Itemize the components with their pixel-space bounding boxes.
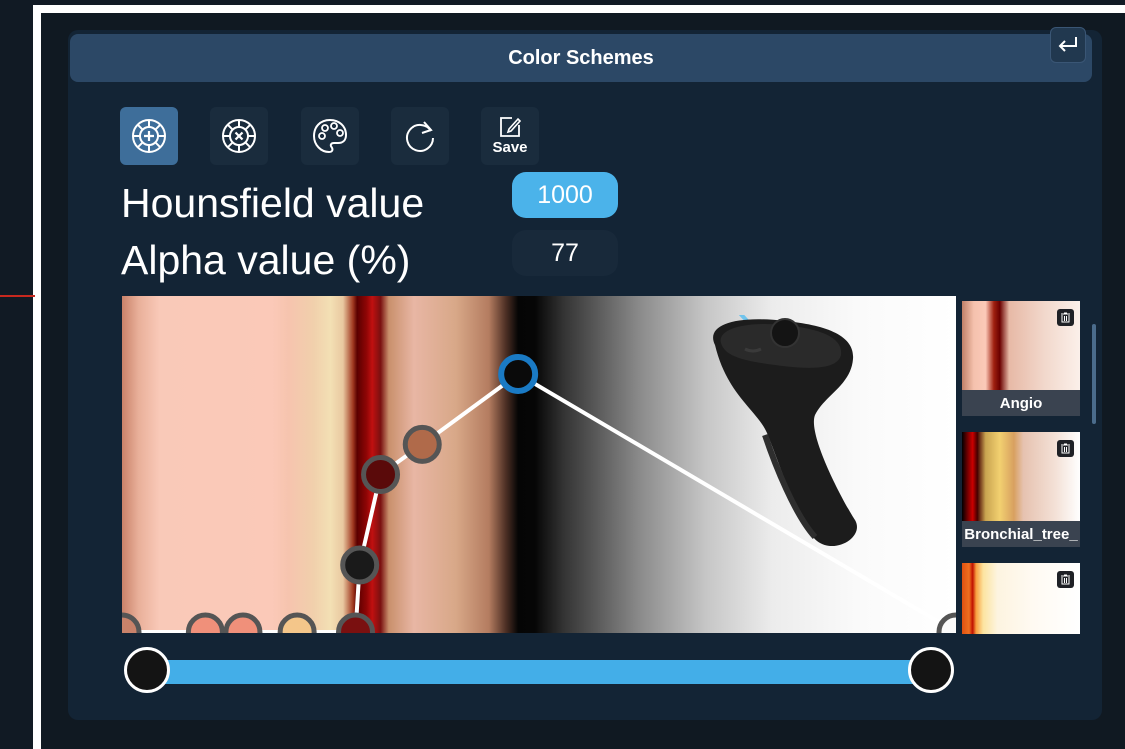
control-point-3[interactable] xyxy=(277,612,317,633)
control-point-4[interactable] xyxy=(336,612,376,633)
control-point-2[interactable] xyxy=(223,612,263,633)
hounsfield-value-field[interactable]: 1000 xyxy=(512,172,618,218)
control-point-6[interactable] xyxy=(361,455,401,495)
range-slider-track[interactable] xyxy=(150,660,930,684)
title-bar: Color Schemes xyxy=(70,34,1092,82)
preset-item-bronchial-tree[interactable]: Bronchial_tree_ xyxy=(962,432,1080,547)
control-point-1[interactable] xyxy=(185,612,225,633)
back-button[interactable] xyxy=(1050,27,1086,63)
remove-point-icon xyxy=(222,119,256,153)
alpha-label: Alpha value (%) xyxy=(121,237,411,283)
window-title: Color Schemes xyxy=(508,46,654,69)
control-point-7[interactable] xyxy=(402,424,442,464)
range-slider-min-handle[interactable] xyxy=(124,647,170,693)
reset-icon xyxy=(406,121,434,152)
preset-item-3[interactable] xyxy=(962,563,1080,634)
alpha-value-field[interactable]: 77 xyxy=(512,230,618,276)
trash-icon xyxy=(1061,443,1070,454)
preset-item-angio[interactable]: Angio xyxy=(962,301,1080,416)
delete-preset-button[interactable] xyxy=(1057,571,1074,588)
preset-list[interactable]: Angio Bronchial_tree_ xyxy=(962,296,1086,634)
hounsfield-label: Hounsfield value xyxy=(121,180,425,226)
save-label: Save xyxy=(492,139,528,156)
add-point-button[interactable] xyxy=(120,107,178,165)
remove-point-button[interactable] xyxy=(210,107,268,165)
vr-controller-image xyxy=(713,315,857,547)
preset-scrollbar[interactable] xyxy=(1092,324,1096,424)
trash-icon xyxy=(1061,574,1070,585)
control-point-9[interactable] xyxy=(936,612,956,633)
delete-preset-button[interactable] xyxy=(1057,309,1074,326)
add-point-icon xyxy=(132,119,166,153)
palette-button[interactable] xyxy=(301,107,359,165)
return-icon xyxy=(1058,37,1077,52)
save-button[interactable]: Save xyxy=(481,107,539,165)
range-slider-max-handle[interactable] xyxy=(908,647,954,693)
preset-label: Bronchial_tree_ xyxy=(962,521,1080,547)
palette-icon xyxy=(312,118,348,154)
laser-pointer-line xyxy=(0,295,35,297)
control-point-5[interactable] xyxy=(340,545,380,585)
trash-icon xyxy=(1061,312,1070,323)
delete-preset-button[interactable] xyxy=(1057,440,1074,457)
reset-button[interactable] xyxy=(391,107,449,165)
control-point-0[interactable] xyxy=(122,612,142,633)
control-point-8[interactable] xyxy=(498,354,539,394)
save-icon xyxy=(500,117,521,137)
preset-label: Angio xyxy=(962,390,1080,416)
